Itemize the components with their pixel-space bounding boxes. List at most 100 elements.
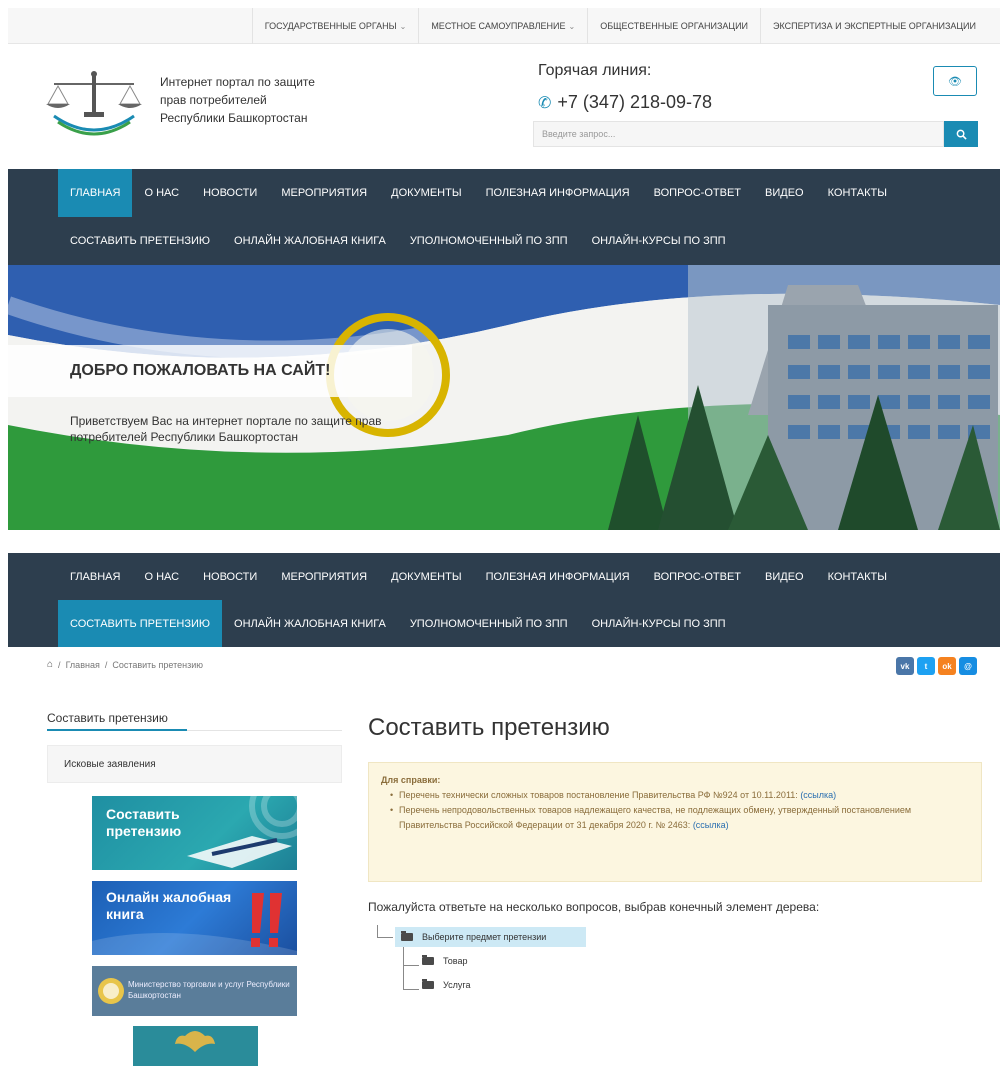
mailru-icon[interactable]: @ [959,657,977,675]
ministry-emblem-icon [98,978,124,1004]
nav-item-ombudsman[interactable]: УПОЛНОМОЧЕННЫЙ ПО ЗПП [398,217,580,265]
nav-item-complaint-book[interactable]: ОНЛАЙН ЖАЛОБНАЯ КНИГА [222,217,398,265]
nav-item-useful-info[interactable]: ПОЛЕЗНАЯ ИНФОРМАЦИЯ [474,169,642,217]
tree-node-label: Выберите предмет претензии [422,932,547,942]
nav-item-claim[interactable]: СОСТАВИТЬ ПРЕТЕНЗИЮ [58,600,223,647]
sidebar-title-accent [47,729,187,731]
home-icon[interactable]: ⌂ [47,659,53,670]
nav-item-useful-info[interactable]: ПОЛЕЗНАЯ ИНФОРМАЦИЯ [474,553,642,600]
logo-text-line: Интернет портал по защите [160,75,315,89]
chevron-down-icon: ⌄ [399,21,407,31]
info-note-item: Перечень непродовольственных товаров над… [390,803,969,833]
tree-connector [377,925,378,937]
nav-item-about[interactable]: О НАС [132,553,191,600]
hotline-phone-number: +7 (347) 218-09-78 [557,92,713,112]
nav-item-events[interactable]: МЕРОПРИЯТИЯ [269,169,379,217]
logo-scales-icon[interactable] [44,66,144,136]
nav-item-contacts[interactable]: КОНТАКТЫ [816,553,899,600]
info-note-list: Перечень технически сложных товаров пост… [381,788,969,833]
info-note-item-text: Перечень непродовольственных товаров над… [399,805,912,830]
breadcrumb-home[interactable]: Главная [66,660,100,670]
eye-icon: 👁 [948,75,962,88]
nav-item-courses[interactable]: ОНЛАЙН-КУРСЫ ПО ЗПП [580,217,738,265]
nav-item-home[interactable]: ГЛАВНАЯ [58,169,133,217]
main-nav: ГЛАВНАЯ О НАС НОВОСТИ МЕРОПРИЯТИЯ ДОКУМЕ… [8,169,1000,265]
nav-item-faq[interactable]: ВОПРОС-ОТВЕТ [642,169,753,217]
topbar-link-expertise[interactable]: ЭКСПЕРТИЗА И ЭКСПЕРТНЫЕ ОРГАНИЗАЦИИ [760,7,988,44]
nav-item-news[interactable]: НОВОСТИ [191,169,269,217]
folder-icon [422,979,434,989]
nav-item-courses[interactable]: ОНЛАЙН-КУРСЫ ПО ЗПП [580,600,738,647]
search-icon [956,129,967,140]
sidebar-title[interactable]: Составить претензию [47,711,168,725]
banner-ministry[interactable]: Министерство торговли и услуг Республики… [92,966,297,1016]
section-gap [0,530,1005,553]
site-header: Интернет портал по защите прав потребите… [8,44,1000,169]
nav-item-video[interactable]: ВИДЕО [753,553,816,600]
breadcrumb: ⌂ / Главная / Составить претензию [47,659,203,670]
topbar-link-label: МЕСТНОЕ САМОУПРАВЛЕНИЕ [431,20,566,31]
banner-make-claim-label: Составить претензию [106,806,182,839]
banner-make-claim[interactable]: Составить претензию [92,796,297,870]
hero-flag-image [8,265,1000,530]
breadcrumb-separator: / [58,659,61,670]
page-title: Составить претензию [368,714,610,741]
top-bar: ГОСУДАРСТВЕННЫЕ ОРГАНЫ ⌄ МЕСТНОЕ САМОУПРА… [8,7,1000,44]
breadcrumb-current: Составить претензию [112,659,203,670]
hotline-phone[interactable]: ✆ +7 (347) 218-09-78 [538,92,712,113]
tree-connector [377,937,393,938]
nav-item-contacts[interactable]: КОНТАКТЫ [816,169,899,217]
info-note-heading: Для справки: [381,775,441,785]
nav-item-faq[interactable]: ВОПРОС-ОТВЕТ [642,553,753,600]
sidebar-title-underline [47,729,342,731]
social-share: vk t ok @ [896,657,977,675]
nav-item-news[interactable]: НОВОСТИ [191,553,269,600]
folder-icon [422,955,434,965]
folder-icon [401,931,413,941]
vk-icon[interactable]: vk [896,657,914,675]
banner-emblem[interactable] [133,1026,258,1066]
nav-item-events[interactable]: МЕРОПРИЯТИЯ [269,553,379,600]
breadcrumb-separator: / [104,659,108,670]
hero-banner: ДОБРО ПОЖАЛОВАТЬ НА САЙТ! Приветствуем В… [8,265,1000,530]
nav-item-complaint-book[interactable]: ОНЛАЙН ЖАЛОБНАЯ КНИГА [222,600,398,647]
nav-item-video[interactable]: ВИДЕО [753,169,816,217]
banner-ministry-label: Министерство торговли и услуг Республики… [128,980,290,1000]
tree-node-label: Товар [443,956,468,966]
tree-connector [403,947,404,989]
nav-item-home[interactable]: ГЛАВНАЯ [58,553,132,600]
search-input[interactable]: Введите запрос... [533,121,944,147]
secondary-nav-row: ГЛАВНАЯ О НАС НОВОСТИ МЕРОПРИЯТИЯ ДОКУМЕ… [8,553,1000,600]
info-note-link[interactable]: (ссылка) [800,790,836,800]
topbar-link-public[interactable]: ОБЩЕСТВЕННЫЕ ОРГАНИЗАЦИИ [587,7,760,44]
sidebar-item-lawsuits[interactable]: Исковые заявления [47,745,342,783]
chevron-down-icon: ⌄ [568,21,576,31]
secondary-nav-row: СОСТАВИТЬ ПРЕТЕНЗИЮ ОНЛАЙН ЖАЛОБНАЯ КНИГ… [8,600,1000,647]
nav-item-documents[interactable]: ДОКУМЕНТЫ [379,169,473,217]
info-note: Для справки: Перечень технически сложных… [368,762,982,882]
nav-item-documents[interactable]: ДОКУМЕНТЫ [379,553,473,600]
topbar-link-local[interactable]: МЕСТНОЕ САМОУПРАВЛЕНИЕ ⌄ [418,7,587,44]
nav-item-claim[interactable]: СОСТАВИТЬ ПРЕТЕНЗИЮ [58,217,222,265]
nav-item-about[interactable]: О НАС [132,169,191,217]
nav-item-ombudsman[interactable]: УПОЛНОМОЧЕННЫЙ ПО ЗПП [398,600,580,647]
hero-welcome-heading: ДОБРО ПОЖАЛОВАТЬ НА САЙТ! [8,345,412,397]
tree-connector [403,965,419,966]
logo-text-line: прав потребителей [160,93,267,107]
info-note-item-text: Перечень технически сложных товаров пост… [399,790,798,800]
tree-root-node[interactable]: Выберите предмет претензии [395,927,586,947]
tree-node-services[interactable]: Услуга [422,979,470,990]
info-note-link[interactable]: (ссылка) [693,820,729,830]
topbar-link-gov[interactable]: ГОСУДАРСТВЕННЫЕ ОРГАНЫ ⌄ [251,7,419,44]
main-nav-row: ГЛАВНАЯ О НАС НОВОСТИ МЕРОПРИЯТИЯ ДОКУМЕ… [8,169,1000,217]
search-bar: Введите запрос... [533,121,978,147]
accessibility-eye-button[interactable]: 👁 [933,66,977,96]
search-button[interactable] [944,121,978,147]
tree-node-goods[interactable]: Товар [422,955,468,966]
phone-icon: ✆ [538,95,552,112]
logo-text[interactable]: Интернет портал по защите прав потребите… [160,73,315,127]
twitter-icon[interactable]: t [917,657,935,675]
odnoklassniki-icon[interactable]: ok [938,657,956,675]
banner-complaint-book[interactable]: Онлайн жалобная книга [92,881,297,955]
tree-connector [403,989,419,990]
